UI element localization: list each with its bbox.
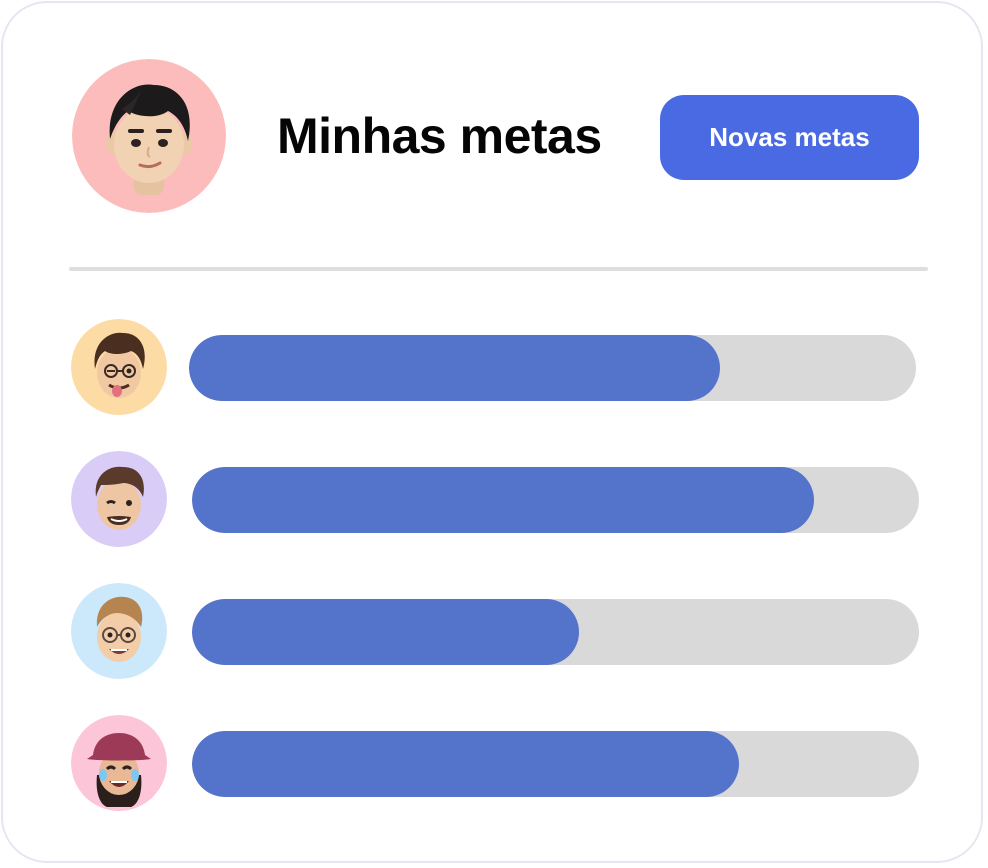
progress-track [192, 599, 919, 665]
avatar [71, 319, 167, 415]
progress-track [189, 335, 916, 401]
page-title: Minhas metas [277, 108, 602, 164]
user-avatar[interactable] [72, 59, 226, 213]
goal-row [3, 319, 988, 419]
progress-fill [192, 467, 814, 533]
progress-fill [189, 335, 720, 401]
memoji-tongue-out-icon [71, 319, 167, 415]
avatar [71, 583, 167, 679]
progress-fill [192, 731, 739, 797]
divider [69, 267, 928, 271]
memoji-wink-icon [71, 451, 167, 547]
new-goals-button[interactable]: Novas metas [660, 95, 919, 180]
goals-card: Minhas metas Novas metas [1, 1, 983, 863]
memoji-avatar-icon [72, 59, 226, 213]
progress-fill [192, 599, 580, 665]
progress-track [192, 467, 919, 533]
memoji-laughing-hat-icon [71, 715, 167, 811]
goal-row [3, 583, 988, 683]
avatar [71, 715, 167, 811]
avatar [71, 451, 167, 547]
goal-row [3, 715, 988, 815]
memoji-glasses-icon [71, 583, 167, 679]
goal-row [3, 451, 988, 551]
progress-track [192, 731, 919, 797]
